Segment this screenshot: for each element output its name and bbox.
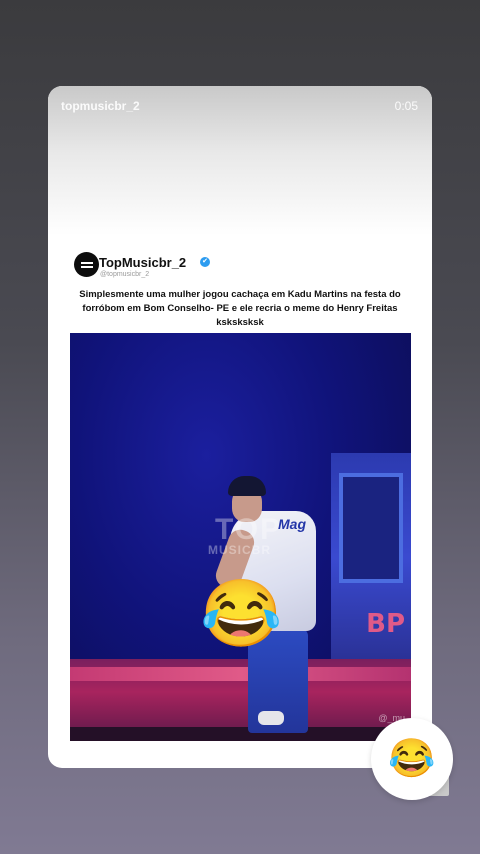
story-timestamp: 0:05 <box>394 99 418 113</box>
stage-sign: BP <box>366 609 405 639</box>
post-header: TopMusicbr_2 ✔ @topmusicbr_2 <box>74 252 374 282</box>
post-video[interactable]: BP Mag TOP MUSICBR 😂 @_mu <box>70 333 411 741</box>
verified-badge-icon: ✔ <box>200 257 210 267</box>
story-username[interactable]: topmusicbr_2 <box>61 99 140 113</box>
avatar[interactable] <box>74 252 99 277</box>
performer-cap <box>228 476 266 496</box>
laughing-emoji-icon: 😂 <box>200 576 283 650</box>
video-watermark-bottom: MUSICBR <box>208 543 271 557</box>
account-logo-icon <box>80 261 93 268</box>
account-handle: @topmusicbr_2 <box>100 271 150 278</box>
laughing-emoji-icon: 😂 <box>388 738 436 780</box>
reaction-sticker[interactable]: 😂 <box>371 718 453 800</box>
performer-shoe <box>258 711 284 725</box>
stage-edge <box>70 667 411 681</box>
story-card[interactable]: topmusicbr_2 0:05 TopMusicbr_2 ✔ @topmus… <box>48 86 432 768</box>
account-name: TopMusicbr_2 <box>99 255 187 270</box>
stage-screen-frame <box>339 473 403 583</box>
video-watermark-top: TOP <box>215 513 283 546</box>
stage-bottom <box>70 727 411 741</box>
post-caption: Simplesmente uma mulher jogou cachaça em… <box>79 289 401 328</box>
shirt-logo: Mag <box>278 516 306 532</box>
